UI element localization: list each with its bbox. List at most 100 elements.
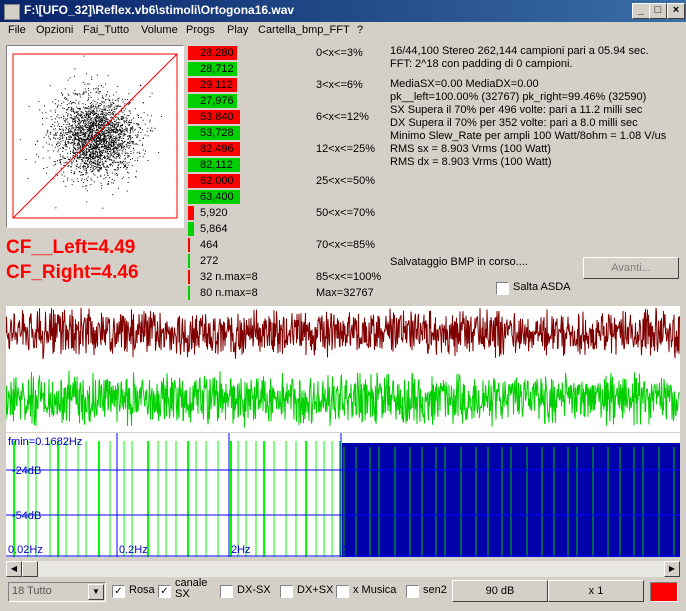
scroll-left-arrow-icon[interactable]: ◀	[6, 561, 22, 577]
menu-progs[interactable]: Progs	[186, 24, 215, 36]
db-range-button[interactable]: 90 dB	[452, 580, 548, 602]
status-indicator	[650, 582, 678, 602]
preset-select[interactable]: 18 Tutto ▼	[8, 582, 106, 602]
spectrum-freq-label: 2	[343, 544, 349, 556]
scatter-points	[19, 55, 163, 209]
amplitude-histogram: 28,280 0<x<=3% 28,712 29,112 3<x<=6% 27,976 53…	[186, 45, 386, 301]
app-icon[interactable]	[4, 4, 20, 20]
maximize-button[interactable]: □	[649, 3, 667, 19]
histogram-count: 32 n.max=8	[200, 271, 258, 283]
close-button[interactable]: ×	[667, 3, 685, 19]
histogram-range: 12<x<=25%	[316, 143, 376, 155]
histogram-count: 63,400	[200, 191, 234, 203]
histogram-count: 53,840	[200, 111, 234, 123]
rosa-label: Rosa	[129, 584, 155, 596]
histogram-count: 5,864	[200, 223, 228, 235]
file-info-line: 16/44,100 Stereo 262,144 campioni pari a…	[390, 45, 649, 57]
file-info-panel: 16/44,100 Stereo 262,144 campioni pari a…	[388, 44, 678, 72]
canale-sx-checkbox[interactable]: ✓	[158, 585, 171, 598]
dx-plus-sx-label: DX+SX	[297, 584, 334, 596]
histogram-bar	[188, 270, 190, 284]
spectrum-canvas: fmin=0.1682Hz -24dB -54dB 0.02Hz 0.2Hz 2…	[6, 433, 680, 557]
menu-help[interactable]: ?	[357, 24, 363, 36]
zoom-factor-button[interactable]: x 1	[548, 580, 644, 602]
canale-sx-label: canale SX	[175, 577, 208, 600]
menu-fai-tutto[interactable]: Fai_Tutto	[83, 24, 129, 36]
histogram-count: 464	[200, 239, 219, 251]
histogram-count: 29,112	[200, 79, 233, 91]
spectrum-freq-label: 0.2Hz	[119, 544, 148, 556]
scatter-canvas	[12, 53, 178, 219]
avanti-button[interactable]: Avanti...	[583, 257, 679, 279]
sen2-label: sen2	[423, 584, 447, 596]
menu-volume[interactable]: Volume	[141, 24, 178, 36]
spectrum-freq-label: 0.02Hz	[8, 544, 43, 556]
dx-plus-sx-checkbox[interactable]	[280, 585, 293, 598]
histogram-range: 3<x<=6%	[316, 79, 363, 91]
menu-cartella-bmp-fft[interactable]: Cartella_bmp_FFT	[258, 24, 350, 36]
histogram-bar	[188, 286, 190, 300]
histogram-range: Max=32767	[316, 287, 374, 299]
histogram-range: 0<x<=3%	[316, 47, 363, 59]
histogram-count: 80 n.max=8	[200, 287, 258, 299]
histogram-range: 70<x<=85%	[316, 239, 376, 251]
histogram-count: 53,728	[200, 127, 234, 139]
x-musica-checkbox[interactable]	[336, 585, 349, 598]
x-musica-label: x Musica	[353, 584, 397, 596]
menu-opzioni[interactable]: Opzioni	[36, 24, 73, 36]
dx-minus-sx-checkbox[interactable]	[220, 585, 233, 598]
result-line: pk__left=100.00% (32767) pk_right=99.46%…	[390, 91, 647, 103]
histogram-count: 272	[200, 255, 219, 267]
histogram-count: 28,280	[200, 47, 234, 59]
crest-factor-right: CF_Right=4.46	[6, 262, 139, 283]
spectrum-panel: fmin=0.1682Hz -24dB -54dB 0.02Hz 0.2Hz 2…	[6, 433, 680, 557]
result-line: Minimo Slew_Rate per ampli 100 Watt/8ohm…	[390, 130, 667, 142]
sen2-checkbox[interactable]	[406, 585, 419, 598]
horizontal-scrollbar[interactable]: ◀ ▶	[6, 561, 680, 577]
title-bar: F:\[UFO_32]\Reflex.vb6\stimoli\Ortogona1…	[0, 0, 686, 22]
rosa-checkbox[interactable]: ✓	[112, 585, 125, 598]
spectrum-db-label: -24dB	[12, 465, 41, 477]
histogram-bar	[188, 254, 190, 268]
waveform-right-channel	[5, 370, 680, 428]
histogram-bar	[188, 222, 194, 236]
histogram-range: 50<x<=70%	[316, 207, 376, 219]
crest-factor-left: CF__Left=4.49	[6, 237, 136, 258]
histogram-count: 28,712	[200, 63, 234, 75]
preset-select-value: 18 Tutto	[12, 585, 52, 597]
save-status-text: Salvataggio BMP in corso....	[390, 256, 528, 268]
menu-play[interactable]: Play	[227, 24, 248, 36]
spectrum-db-label: -54dB	[12, 510, 41, 522]
result-line: MediaSX=0.00 MediaDX=0.00	[390, 78, 539, 90]
waveform-panel	[5, 306, 680, 432]
histogram-count: 5,920	[200, 207, 228, 219]
histogram-count: 62,000	[200, 175, 234, 187]
histogram-range: 6<x<=12%	[316, 111, 369, 123]
histogram-bar	[188, 206, 194, 220]
histogram-count: 82,496	[200, 143, 234, 155]
spectrum-freq-label: 2Hz	[231, 544, 251, 556]
scroll-right-arrow-icon[interactable]: ▶	[664, 561, 680, 577]
scatter-diagonal	[12, 53, 178, 219]
salta-asda-checkbox[interactable]	[496, 282, 509, 295]
histogram-count: 82,112	[200, 159, 233, 171]
salta-asda-label: Salta ASDA	[513, 281, 571, 293]
result-line: RMS dx = 8.903 Vrms (100 Watt)	[390, 156, 552, 168]
result-line: RMS sx = 8.903 Vrms (100 Watt)	[390, 143, 551, 155]
analysis-results-panel: MediaSX=0.00 MediaDX=0.00 pk__left=100.0…	[388, 74, 678, 250]
menu-bar: File Opzioni Fai_Tutto Volume Progs Play…	[0, 22, 686, 40]
window-title: F:\[UFO_32]\Reflex.vb6\stimoli\Ortogona1…	[24, 3, 295, 17]
waveform-left-channel	[5, 307, 680, 360]
dx-minus-sx-label: DX-SX	[237, 584, 271, 596]
scroll-thumb[interactable]	[22, 561, 38, 577]
chevron-down-icon[interactable]: ▼	[88, 584, 104, 600]
histogram-range: 85<x<=100%	[316, 271, 382, 283]
stereo-scatter-plot	[6, 45, 184, 228]
spectrum-fmin-label: fmin=0.1682Hz	[8, 436, 82, 448]
result-line: SX Supera il 70% per 496 volte: pari a 1…	[390, 104, 643, 116]
fft-info-line: FFT: 2^18 con padding di 0 campioni.	[390, 58, 573, 70]
histogram-bar	[188, 238, 190, 252]
histogram-range: 25<x<=50%	[316, 175, 376, 187]
minimize-button[interactable]: _	[632, 3, 650, 19]
menu-file[interactable]: File	[8, 24, 26, 36]
